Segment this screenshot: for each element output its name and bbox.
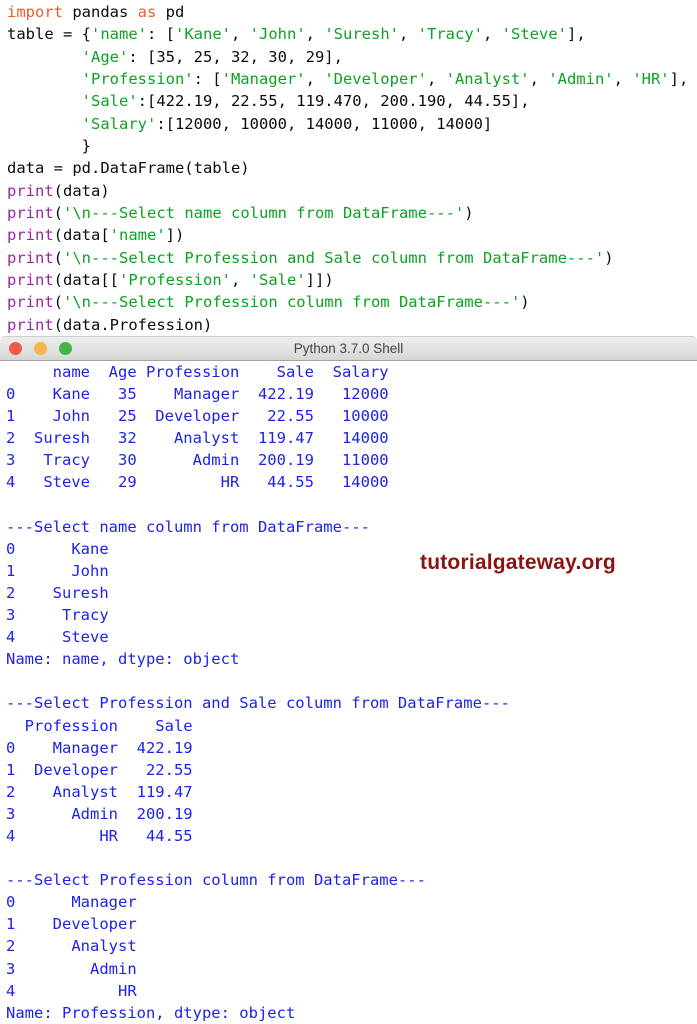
shell-line: 4 Steve (6, 628, 109, 647)
shell-line: Profession Sale (6, 716, 193, 735)
shell-line: 2 Analyst 119.47 (6, 782, 193, 801)
shell-line: Name: Profession, dtype: object (6, 1003, 296, 1022)
code-line: 'Age': [35, 25, 32, 30, 29], (81, 47, 343, 66)
code-editor[interactable]: import pandas as pd table = {'name': ['Ka… (0, 0, 697, 336)
code-line: 'Sale':[422.19, 22.55, 119.470, 200.190,… (81, 92, 530, 111)
shell-line: 0 Kane 35 Manager 422.19 12000 (6, 385, 389, 404)
shell-line: 2 Suresh (6, 583, 109, 602)
shell-line: 0 Manager 422.19 (6, 738, 193, 757)
code-line: print(data[['Profession', 'Sale']]) (7, 271, 334, 290)
shell-line: 3 Tracy (6, 606, 109, 625)
shell-line: 4 Steve 29 HR 44.55 14000 (6, 473, 389, 492)
shell-line: 3 Admin 200.19 (6, 804, 193, 823)
code-line: print(data.Profession) (7, 315, 213, 334)
code-line: 'Profession': ['Manager', 'Developer', '… (81, 70, 689, 89)
shell-line: Name: name, dtype: object (6, 650, 240, 669)
code-line: print('\n---Select Profession column fro… (7, 293, 530, 312)
shell-line: 1 Developer (6, 915, 137, 934)
shell-line: 4 HR 44.55 (6, 826, 193, 845)
shell-line: 2 Analyst (6, 937, 137, 956)
screenshot-root: import pandas as pd table = {'name': ['Ka… (0, 0, 697, 1024)
watermark: tutorialgateway.org (420, 551, 616, 574)
shell-output[interactable]: name Age Profession Sale Salary 0 Kane 35… (0, 361, 697, 1024)
traffic-lights (9, 337, 72, 360)
code-line: print(data['name']) (7, 226, 185, 245)
shell-line: 3 Tracy 30 Admin 200.19 11000 (6, 451, 389, 470)
close-icon[interactable] (9, 342, 22, 355)
shell-line: ---Select name column from DataFrame--- (6, 517, 370, 536)
code-line: data = pd.DataFrame(table) (7, 159, 250, 178)
zoom-icon[interactable] (59, 342, 72, 355)
shell-line: 4 HR (6, 981, 137, 1000)
code-line: import pandas as pd (7, 3, 185, 21)
shell-line: name Age Profession Sale Salary (6, 363, 389, 381)
shell-window-titlebar[interactable]: Python 3.7.0 Shell (0, 336, 697, 361)
code-line: table = {'name': ['Kane', 'John', 'Sures… (7, 25, 586, 44)
code-line: } (7, 137, 91, 156)
shell-line: 3 Admin (6, 959, 137, 978)
shell-line: 0 Manager (6, 893, 137, 912)
shell-line: 1 Developer 22.55 (6, 760, 193, 779)
code-line: 'Salary':[12000, 10000, 14000, 11000, 14… (81, 114, 493, 133)
shell-line: 1 John 25 Developer 22.55 10000 (6, 407, 389, 426)
code-line: print(data) (7, 181, 110, 200)
shell-line: ---Select Profession and Sale column fro… (6, 694, 510, 713)
code-line: print('\n---Select name column from Data… (7, 204, 474, 223)
code-line: print('\n---Select Profession and Sale c… (7, 248, 614, 267)
shell-line: 2 Suresh 32 Analyst 119.47 14000 (6, 429, 389, 448)
minimize-icon[interactable] (34, 342, 47, 355)
shell-line: ---Select Profession column from DataFra… (6, 871, 426, 890)
window-title: Python 3.7.0 Shell (293, 341, 404, 356)
